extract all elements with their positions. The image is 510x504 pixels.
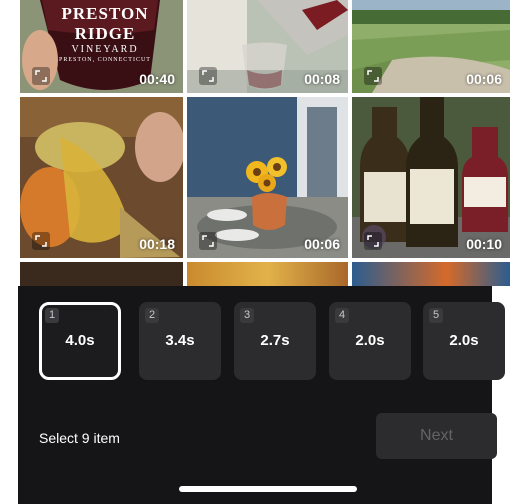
clip-index: 2 [145,308,159,323]
selection-count-text: Select 9 item [39,430,120,446]
media-thumbnail[interactable]: 00:08 [187,0,348,93]
clip-item-3[interactable]: 3 2.7s [234,302,316,380]
clip-item-2[interactable]: 2 3.4s [139,302,221,380]
logo-location: PRESTON, CONNECTICUT [59,57,151,63]
video-duration: 00:08 [304,71,340,87]
media-thumbnail[interactable]: 00:18 [20,97,183,258]
media-thumbnail[interactable] [187,262,348,286]
clip-index: 1 [45,308,59,323]
selection-panel: 1 4.0s 2 3.4s 3 2.7s 4 2.0s 5 2.0s Selec… [18,286,505,504]
home-indicator[interactable] [179,486,357,492]
clip-item-4[interactable]: 4 2.0s [329,302,411,380]
media-thumbnail[interactable]: 00:06 [352,0,510,93]
clip-index: 3 [240,308,254,323]
panel-margin-left [0,286,18,504]
expand-icon[interactable] [32,67,50,85]
video-duration: 00:06 [304,236,340,252]
media-thumbnail[interactable] [352,262,510,286]
expand-icon[interactable] [364,67,382,85]
media-thumbnail[interactable]: 00:06 [187,97,348,258]
next-button[interactable]: Next [376,413,497,459]
video-duration: 00:18 [139,236,175,252]
clip-duration: 2.0s [355,332,385,349]
logo-subtitle: VINEYARD [71,44,139,55]
video-duration: 00:10 [466,236,502,252]
clip-duration: 2.0s [449,332,479,349]
logo-title: PRESTON RIDGE [61,4,149,43]
clip-duration: 3.4s [165,332,195,349]
vineyard-logo: PRESTON RIDGE VINEYARD PRESTON, CONNECTI… [50,4,160,63]
media-thumbnail[interactable]: PRESTON RIDGE VINEYARD PRESTON, CONNECTI… [20,0,183,93]
media-thumbnail[interactable]: 00:10 [352,97,510,258]
clip-index: 5 [429,308,443,323]
clip-index: 4 [335,308,349,323]
clip-item-5[interactable]: 5 2.0s [423,302,505,380]
media-grid: PRESTON RIDGE VINEYARD PRESTON, CONNECTI… [0,0,510,286]
clip-duration: 4.0s [65,332,95,349]
video-duration: 00:40 [139,71,175,87]
expand-icon[interactable] [32,232,50,250]
expand-icon[interactable] [199,67,217,85]
expand-icon[interactable] [364,232,382,250]
clip-item-1[interactable]: 1 4.0s [39,302,121,380]
video-duration: 00:06 [466,71,502,87]
clip-duration: 2.7s [260,332,290,349]
expand-icon[interactable] [199,232,217,250]
media-thumbnail[interactable] [20,262,183,286]
